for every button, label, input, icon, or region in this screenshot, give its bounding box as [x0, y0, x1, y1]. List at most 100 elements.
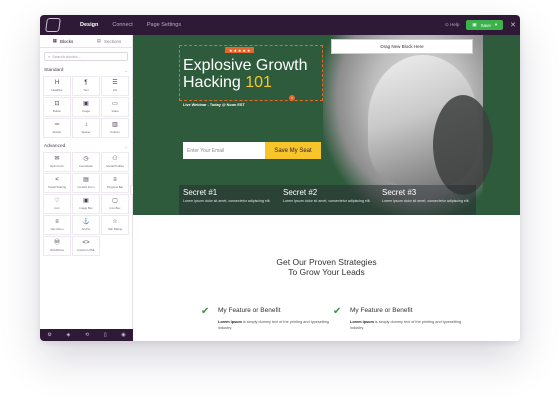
block-tile-label: Social Profiles: [106, 164, 124, 168]
block-tile-icon-box[interactable]: ▢ Icon Box: [101, 194, 129, 214]
checkmark-icon: ✔: [201, 306, 210, 317]
button-icon: ⊡: [54, 101, 60, 107]
layers-icon[interactable]: ◈: [66, 332, 70, 338]
secret-title: Secret #1: [183, 188, 218, 197]
heading-icon: H: [54, 80, 60, 86]
tab-connect[interactable]: Connect: [112, 22, 133, 28]
column-icon: ▥: [112, 122, 118, 128]
block-tile-column[interactable]: ▥ Column: [101, 118, 129, 138]
block-tile-label: Column: [110, 130, 120, 134]
tab-sections[interactable]: ▤ Sections: [86, 35, 132, 47]
save-button[interactable]: ▣ Save ▾: [466, 20, 504, 30]
block-tile-social-profiles[interactable]: ⚇ Social Profiles: [101, 152, 129, 172]
image-box-icon: ▣: [83, 198, 89, 204]
video-icon: ▭: [112, 101, 118, 107]
remove-block-icon[interactable]: ×: [289, 95, 295, 101]
wordpress-icon: Ⓦ: [53, 240, 60, 246]
block-tile-button[interactable]: ⊡ Button: [43, 97, 71, 117]
block-tile-countdown[interactable]: ◷ Countdown: [72, 152, 100, 172]
share-icon: <: [55, 177, 59, 183]
hero-title[interactable]: Explosive Growth Hacking 101: [183, 57, 333, 91]
advanced-section-header[interactable]: Advanced ⌄: [40, 141, 132, 152]
block-tile-label: Video: [111, 109, 119, 113]
advanced-section-label: Advanced: [44, 144, 66, 149]
tab-blocks-label: Blocks: [60, 38, 74, 44]
preview-eye-icon[interactable]: ◉: [121, 332, 125, 338]
block-tile-label: Progress Bar: [106, 185, 124, 189]
checkmark-icon: ✔: [333, 306, 342, 317]
section-heading[interactable]: Get Our Proven Strategies To Grow Your L…: [133, 257, 520, 277]
settings-icon[interactable]: ⚙: [47, 332, 51, 338]
heart-icon: ♡: [54, 198, 60, 204]
blocks-icon: ▦: [52, 38, 57, 43]
block-tile-nav-menu[interactable]: ≡ Nav Menu: [43, 215, 71, 235]
block-tile-optin-form[interactable]: ✉ Optin Form: [43, 152, 71, 172]
block-tile-video[interactable]: ▭ Video: [101, 97, 129, 117]
block-tile-image-box[interactable]: ▣ Image Box: [72, 194, 100, 214]
block-tile-label: Countdown: [78, 164, 94, 168]
block-tile-divider[interactable]: ═ Divider: [43, 118, 71, 138]
hero-title-line2: Hacking: [183, 74, 246, 91]
mobile-icon[interactable]: ▯: [104, 332, 107, 338]
save-my-seat-button[interactable]: Save My Seat: [265, 142, 321, 159]
feature-text: Lorem Ipsum is simply dummy text of the …: [350, 319, 470, 331]
search-icon: ⌕: [48, 54, 51, 59]
block-tile-icon[interactable]: ♡ Icon: [43, 194, 71, 214]
tab-sections-label: Sections: [104, 38, 122, 44]
help-button[interactable]: ⊙ Help: [445, 22, 459, 28]
secret-text: Lorem ipsum dolor sit amet, consectetur …: [382, 199, 470, 203]
block-tile-wordpress[interactable]: Ⓦ WordPress: [43, 236, 71, 256]
tab-design[interactable]: Design: [80, 22, 98, 28]
email-field[interactable]: Enter Your Email: [183, 142, 265, 159]
block-tile-headline[interactable]: H Headline: [43, 76, 71, 96]
block-tile-progress-bar[interactable]: ≡ Progress Bar: [101, 173, 129, 193]
lamp-image-shadow: [433, 95, 493, 195]
close-icon[interactable]: ✕: [510, 21, 516, 29]
block-tile-label: Image Box: [79, 206, 93, 210]
nav-menu-icon: ≡: [55, 219, 59, 225]
countdown-icon: ◷: [83, 156, 89, 162]
feature-title: My Feature or Benefit: [350, 307, 413, 314]
block-tile-label: Star Rating: [108, 227, 122, 231]
drop-zone[interactable]: Drag New Block Here: [331, 39, 473, 54]
block-tile-contact-form[interactable]: ▤ Contact Form: [72, 173, 100, 193]
block-tile-image[interactable]: ▣ Image: [72, 97, 100, 117]
hero-title-accent: 101: [245, 74, 272, 91]
app-logo-icon[interactable]: [45, 18, 61, 32]
block-tile-spacer[interactable]: ↕ Spacer: [72, 118, 100, 138]
page-canvas: Drag New Block Here ★ ★ ★ ★ ★ Explosive …: [133, 35, 520, 341]
feature-text-bold: Lorem Ipsum: [218, 320, 242, 324]
tab-blocks[interactable]: ▦ Blocks: [40, 35, 86, 47]
block-tile-custom-html[interactable]: <> Custom HTML: [72, 236, 100, 256]
chevron-down-icon[interactable]: ▾: [495, 22, 497, 28]
sections-icon: ▤: [96, 38, 101, 43]
block-tile-label: Spacer: [81, 130, 91, 134]
anchor-icon: ⚓: [82, 219, 90, 225]
divider-icon: ═: [54, 122, 60, 128]
block-tile-social-sharing[interactable]: < Social Sharing: [43, 173, 71, 193]
list-icon: ☰: [112, 80, 118, 86]
blocks-sidebar: ▦ Blocks ▤ Sections ⌕ Search blocks... S…: [40, 35, 133, 341]
secret-item: Secret #3 Lorem ipsum dolor sit amet, co…: [382, 188, 472, 204]
block-tile-text[interactable]: ¶ Text: [72, 76, 100, 96]
search-input[interactable]: ⌕ Search blocks...: [44, 52, 128, 61]
history-icon[interactable]: ⟲: [85, 332, 89, 338]
tab-page-settings[interactable]: Page Settings: [147, 22, 181, 28]
block-tile-label: Optin Form: [50, 164, 64, 168]
block-tile-label: Icon Box: [109, 206, 121, 210]
editor-window: Design Connect Page Settings ⊙ Help ▣ Sa…: [40, 15, 520, 341]
chevron-down-icon: ⌄: [124, 144, 128, 149]
block-tile-list[interactable]: ☰ List: [101, 76, 129, 96]
block-tile-star-rating[interactable]: ☆ Star Rating: [101, 215, 129, 235]
save-label: Save: [480, 22, 491, 28]
standard-section-header[interactable]: Standard ⌄: [40, 65, 132, 76]
top-toolbar: Design Connect Page Settings ⊙ Help ▣ Sa…: [40, 15, 520, 35]
block-tile-label: Image: [82, 109, 90, 113]
star-icon: ☆: [112, 219, 118, 225]
hero-section[interactable]: Drag New Block Here ★ ★ ★ ★ ★ Explosive …: [133, 35, 520, 215]
block-tile-label: Button: [52, 109, 62, 113]
secret-item: Secret #1 Lorem ipsum dolor sit amet, co…: [183, 188, 273, 204]
block-tile-anchor[interactable]: ⚓ Anchor: [72, 215, 100, 235]
form-icon: ✉: [54, 156, 60, 162]
search-placeholder: Search blocks...: [52, 54, 81, 59]
